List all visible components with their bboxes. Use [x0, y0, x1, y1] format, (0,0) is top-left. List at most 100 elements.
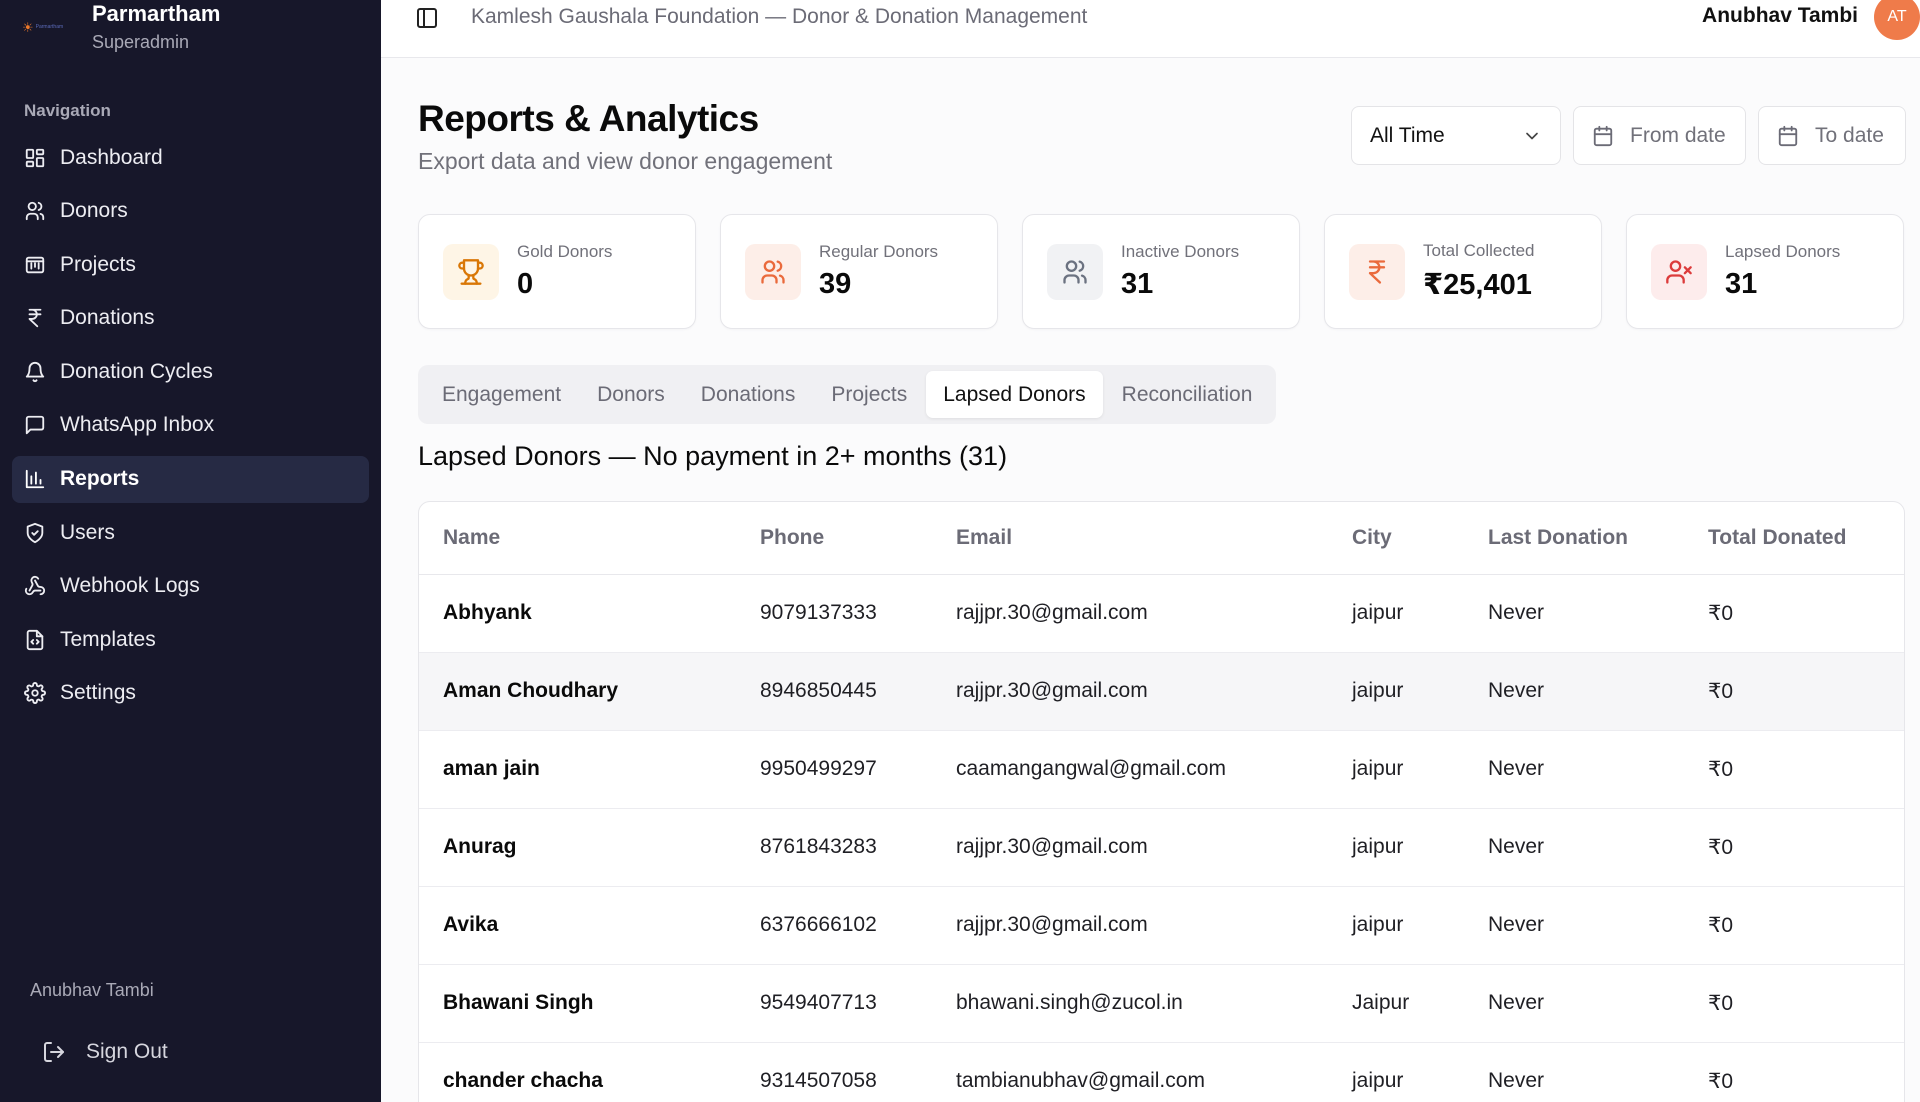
cell-name: Aman Choudhary: [419, 652, 736, 731]
period-select[interactable]: All Time: [1351, 106, 1561, 165]
panel-left-icon: [415, 6, 439, 30]
projects-icon: [24, 254, 46, 276]
table-row[interactable]: chander chacha 9314507058 tambianubhav@g…: [419, 1042, 1904, 1102]
sidebar-item-projects[interactable]: Projects: [12, 241, 369, 288]
sidebar-nav: Dashboard Donors Projects Donations Dona…: [12, 134, 369, 724]
to-date-picker[interactable]: To date: [1758, 106, 1906, 165]
cell-name: Anurag: [419, 808, 736, 887]
tab-reconciliation[interactable]: Reconciliation: [1105, 371, 1270, 418]
filters: All Time From date To date: [1351, 106, 1906, 165]
sidebar-item-dashboard[interactable]: Dashboard: [12, 134, 369, 181]
table-row[interactable]: aman jain 9950499297 caamangangwal@gmail…: [419, 730, 1904, 809]
sidebar-item-templates[interactable]: Templates: [12, 616, 369, 663]
sidebar-toggle-button[interactable]: [415, 6, 439, 30]
gear-icon: [24, 682, 46, 705]
top-bar: Kamlesh Gaushala Foundation — Donor & Do…: [381, 0, 1920, 58]
stat-label: Regular Donors: [819, 242, 939, 261]
stat-card-total-collected: Total Collected ₹25,401: [1324, 214, 1602, 329]
cell-city: jaipur: [1328, 652, 1464, 731]
nav-heading: Navigation: [24, 101, 111, 120]
column-header-email[interactable]: Email: [932, 502, 1328, 575]
cell-phone: 9079137333: [736, 574, 932, 653]
stat-value: 31: [1121, 268, 1154, 300]
section-title: Lapsed Donors — No payment in 2+ months …: [418, 441, 1008, 471]
sidebar-item-settings[interactable]: Settings: [12, 670, 369, 717]
brand-logo-text: Parmartham: [35, 24, 64, 30]
sidebar-item-label: Donors: [60, 199, 128, 223]
cell-name: Bhawani Singh: [419, 964, 736, 1043]
tab-engagement[interactable]: Engagement: [425, 371, 578, 418]
cell-total-donated: ₹0: [1684, 652, 1904, 731]
stat-card-gold-donors: Gold Donors 0: [418, 214, 696, 329]
webhook-icon: [24, 575, 46, 597]
stat-icon-box: [745, 243, 801, 300]
cell-total-donated: ₹0: [1684, 964, 1904, 1043]
tab-lapsed-donors[interactable]: Lapsed Donors: [926, 371, 1103, 418]
table-row[interactable]: Aman Choudhary 8946850445 rajjpr.30@gmai…: [419, 652, 1904, 731]
cell-email: rajjpr.30@gmail.com: [932, 652, 1328, 731]
cell-last-donation: Never: [1464, 1042, 1684, 1102]
cell-total-donated: ₹0: [1684, 730, 1904, 809]
cell-phone: 8946850445: [736, 652, 932, 731]
cell-name: Avika: [419, 886, 736, 965]
stat-icon-box: [1047, 243, 1103, 300]
sidebar-item-donation-cycles[interactable]: Donation Cycles: [12, 348, 369, 395]
table-row[interactable]: Avika 6376666102 rajjpr.30@gmail.com jai…: [419, 886, 1904, 965]
column-header-city[interactable]: City: [1328, 502, 1464, 575]
tab-donations[interactable]: Donations: [684, 371, 813, 418]
stat-label: Lapsed Donors: [1725, 242, 1841, 261]
cell-total-donated: ₹0: [1684, 808, 1904, 887]
cell-total-donated: ₹0: [1684, 1042, 1904, 1102]
sign-out-button[interactable]: Sign Out: [42, 1040, 168, 1064]
from-date-picker[interactable]: From date: [1573, 106, 1746, 165]
table-row[interactable]: Anurag 8761843283 rajjpr.30@gmail.com ja…: [419, 808, 1904, 887]
stat-icon-box: [1651, 243, 1707, 300]
cell-email: bhawani.singh@zucol.in: [932, 964, 1328, 1043]
cell-last-donation: Never: [1464, 964, 1684, 1043]
cell-city: jaipur: [1328, 1042, 1464, 1102]
column-header-name[interactable]: Name: [419, 502, 736, 575]
table-row[interactable]: Bhawani Singh 9549407713 bhawani.singh@z…: [419, 964, 1904, 1043]
lapsed-donors-table: Name Phone Email City Last Donation Tota…: [418, 501, 1905, 1102]
column-header-phone[interactable]: Phone: [736, 502, 932, 575]
table-row[interactable]: Abhyank 9079137333 rajjpr.30@gmail.com j…: [419, 574, 1904, 653]
sidebar-item-reports[interactable]: Reports: [12, 455, 369, 503]
header-user-name: Anubhav Tambi: [1702, 4, 1858, 27]
stat-card-regular-donors: Regular Donors 39: [720, 214, 998, 329]
sidebar: ☀ Parmartham Parmartham Superadmin Navig…: [0, 0, 381, 1102]
sidebar-item-label: Settings: [60, 681, 136, 705]
page-subtitle: Export data and view donor engagement: [418, 148, 833, 174]
sun-logo-icon: ☀: [22, 19, 34, 35]
sidebar-item-label: Templates: [60, 627, 156, 651]
tab-donors[interactable]: Donors: [580, 371, 682, 418]
cell-city: jaipur: [1328, 808, 1464, 887]
cell-phone: 9314507058: [736, 1042, 932, 1102]
cell-city: jaipur: [1328, 574, 1464, 653]
column-header-last-donation[interactable]: Last Donation: [1464, 502, 1684, 575]
sidebar-item-whatsapp-inbox[interactable]: WhatsApp Inbox: [12, 402, 369, 449]
sidebar-item-label: Dashboard: [60, 145, 163, 169]
avatar[interactable]: AT: [1874, 0, 1920, 40]
brand[interactable]: ☀ Parmartham Parmartham Superadmin: [22, 0, 220, 56]
bell-icon: [24, 361, 46, 383]
sidebar-item-donations[interactable]: Donations: [12, 295, 369, 342]
sidebar-item-donors[interactable]: Donors: [12, 188, 369, 235]
column-header-total-donated[interactable]: Total Donated: [1684, 502, 1904, 575]
cell-city: jaipur: [1328, 886, 1464, 965]
tab-projects[interactable]: Projects: [814, 371, 924, 418]
sidebar-item-webhook-logs[interactable]: Webhook Logs: [12, 563, 369, 610]
sidebar-item-users[interactable]: Users: [12, 509, 369, 556]
cell-city: jaipur: [1328, 730, 1464, 809]
stat-icon-box: [443, 243, 499, 300]
cell-email: rajjpr.30@gmail.com: [932, 574, 1328, 653]
stat-label: Gold Donors: [517, 242, 613, 261]
sidebar-item-label: Users: [60, 520, 115, 544]
brand-logo: ☀ Parmartham: [22, 20, 78, 34]
cell-name: Abhyank: [419, 574, 736, 653]
cell-email: rajjpr.30@gmail.com: [932, 808, 1328, 887]
cell-last-donation: Never: [1464, 730, 1684, 809]
dashboard-icon: [24, 147, 46, 169]
log-out-icon: [42, 1040, 66, 1064]
users-icon: [1061, 258, 1089, 286]
calendar-icon: [1592, 125, 1614, 147]
